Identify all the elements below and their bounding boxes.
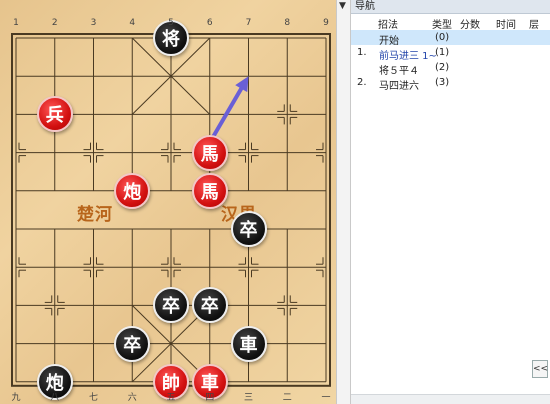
- file-number-bottom: 三: [243, 393, 253, 403]
- dropdown-arrow-icon[interactable]: ▼: [339, 1, 346, 11]
- move-type: (0): [435, 32, 450, 43]
- red-piece[interactable]: 兵: [36, 96, 73, 133]
- file-number-top: 8: [284, 18, 291, 28]
- move-type: (3): [435, 77, 450, 88]
- file-number-top: 3: [90, 18, 97, 28]
- move-list-item[interactable]: 1. 前马进三 1~ (1): [351, 45, 550, 62]
- move-type: (2): [435, 62, 450, 73]
- file-number-top: 6: [206, 18, 213, 28]
- red-piece[interactable]: 馬: [191, 134, 228, 171]
- header-move[interactable]: 招法: [378, 16, 398, 31]
- panel-splitter[interactable]: ▼: [336, 0, 351, 404]
- header-type[interactable]: 类型: [432, 16, 452, 31]
- chess-board[interactable]: 楚河 汉界 将兵馬炮馬卒卒卒卒車炮帥車 123456789九八七六五四三二一: [0, 0, 336, 404]
- move-text: 马四进六: [379, 81, 419, 92]
- back-button[interactable]: <<: [532, 360, 548, 378]
- header-layer[interactable]: 层: [529, 16, 539, 31]
- move-type: (1): [435, 47, 450, 58]
- red-piece[interactable]: 馬: [191, 172, 228, 209]
- move-list-item[interactable]: 开始 (0): [351, 30, 550, 47]
- red-piece[interactable]: 炮: [114, 172, 151, 209]
- move-list-item[interactable]: 将５平４ (2): [351, 60, 550, 77]
- horizontal-scrollbar[interactable]: [351, 394, 550, 404]
- move-list-item[interactable]: 2. 马四进六 (3): [351, 75, 550, 92]
- board-grid: [11, 33, 331, 387]
- black-piece[interactable]: 卒: [230, 211, 267, 247]
- file-number-bottom: 六: [127, 393, 137, 403]
- file-number-bottom: 一: [321, 393, 331, 403]
- move-number: 1.: [357, 47, 367, 58]
- file-number-bottom: 五: [166, 393, 176, 403]
- file-number-top: 2: [51, 18, 58, 28]
- file-number-top: 7: [245, 18, 252, 28]
- file-number-bottom: 二: [282, 393, 292, 403]
- river-label-left: 楚河: [77, 205, 113, 225]
- header-score[interactable]: 分数: [460, 16, 480, 31]
- move-number: 2.: [357, 77, 367, 88]
- nav-panel-title: 导航: [351, 0, 550, 14]
- move-list: 开始 (0) 1. 前马进三 1~ (1) 将５平４ (2) 2. 马四进六 (3): [351, 30, 550, 92]
- file-number-bottom: 八: [50, 393, 60, 403]
- header-time[interactable]: 时间: [496, 16, 516, 31]
- file-number-bottom: 九: [11, 393, 21, 403]
- black-piece[interactable]: 卒: [114, 325, 151, 362]
- file-number-bottom: 四: [205, 393, 215, 403]
- file-number-top: 5: [168, 18, 174, 28]
- file-number-top: 9: [323, 18, 329, 28]
- navigation-panel: 导航 招法 类型 分数 时间 层 开始 (0) 1. 前马进三 1~ (1) 将５平４ (2…: [351, 0, 550, 404]
- file-number-top: 1: [13, 18, 19, 28]
- black-piece[interactable]: 卒: [191, 287, 228, 324]
- move-list-header: 招法 类型 分数 时间 层: [351, 14, 550, 31]
- file-number-top: 4: [129, 18, 136, 28]
- file-number-bottom: 七: [88, 393, 98, 403]
- black-piece[interactable]: 車: [230, 325, 267, 362]
